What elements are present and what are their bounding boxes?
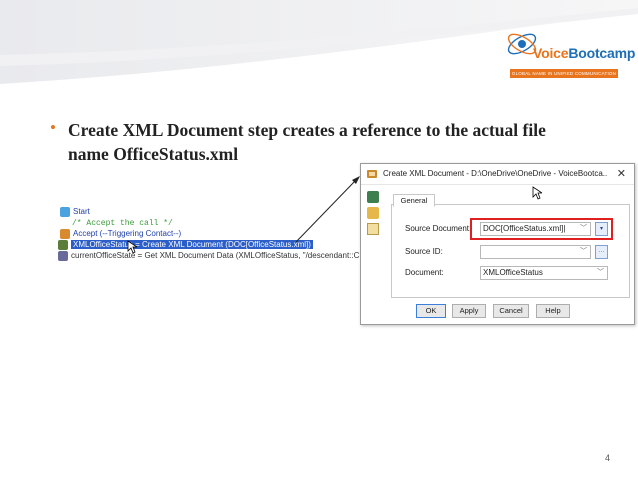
voicebootcamp-logo: VoiceBootcamp GLOBAL NAME IN UNIFIED COM…	[500, 12, 635, 82]
edit-page-icon[interactable]	[367, 207, 379, 219]
header-band: VoiceBootcamp GLOBAL NAME IN UNIFIED COM…	[0, 0, 638, 100]
document-page-icon[interactable]	[367, 223, 379, 235]
script-row-label: Accept (--Triggering Contact--)	[73, 229, 182, 238]
dialog-mouse-cursor-icon	[532, 186, 542, 200]
page-number: 4	[604, 453, 610, 463]
logo-brand-right: Bootcamp	[568, 45, 636, 61]
accept-step-icon	[60, 228, 70, 239]
document-value: XMLOfficeStatus	[483, 268, 543, 277]
script-row-get-xml[interactable]: currentOfficeState = Get XML Document Da…	[58, 250, 362, 262]
logo-brand-left: Voice	[533, 45, 569, 61]
script-row-label: XMLOfficeStatus = Create XML Document (D…	[71, 240, 313, 249]
script-row-label: /* Accept the call */	[72, 219, 173, 228]
bullet-text: Create XML Document step creates a refer…	[68, 120, 546, 164]
logo-tagline: GLOBAL NAME IN UNIFIED COMMUNICATION	[510, 69, 618, 78]
start-flag-icon	[60, 206, 70, 217]
create-xml-step-icon	[58, 239, 68, 250]
field-document: Document: XMLOfficeStatus ﹀	[405, 266, 615, 280]
bullet-dot-icon: •	[50, 118, 56, 137]
source-id-expression-button[interactable]: ···	[595, 245, 608, 259]
chevron-down-icon[interactable]: ﹀	[597, 267, 604, 279]
apply-button[interactable]: Apply	[452, 304, 486, 318]
script-row-label: Start	[73, 207, 90, 216]
tab-general[interactable]: General	[393, 194, 435, 207]
get-xml-step-icon	[58, 250, 68, 261]
document-select[interactable]: XMLOfficeStatus ﹀	[480, 266, 608, 280]
field-source-id: Source ID: ﹀ ···	[405, 245, 615, 259]
highlight-box	[470, 218, 613, 240]
source-id-label: Source ID:	[405, 247, 443, 256]
script-row-label: currentOfficeState = Get XML Document Da…	[71, 251, 362, 260]
ok-button[interactable]: OK	[416, 304, 446, 318]
script-tree: Start /* Accept the call */ Accept (--Tr…	[50, 206, 362, 266]
dialog-app-icon	[367, 170, 377, 178]
close-icon[interactable]: ✕	[617, 164, 626, 184]
document-label: Document:	[405, 268, 444, 277]
cancel-button[interactable]: Cancel	[493, 304, 529, 318]
mouse-cursor-icon	[127, 240, 137, 254]
source-id-input[interactable]: ﹀	[480, 245, 591, 259]
chevron-down-icon[interactable]: ﹀	[580, 246, 587, 258]
logo-wordmark: VoiceBootcamp	[533, 45, 635, 61]
dialog-title: Create XML Document - D:\OneDrive\OneDri…	[383, 169, 608, 178]
create-xml-document-dialog: Create XML Document - D:\OneDrive\OneDri…	[360, 163, 635, 325]
help-button[interactable]: Help	[536, 304, 570, 318]
source-document-label: Source Document:	[405, 224, 472, 233]
dialog-side-icons	[367, 191, 381, 239]
general-page-icon[interactable]	[367, 191, 379, 203]
dialog-title-bar[interactable]: Create XML Document - D:\OneDrive\OneDri…	[361, 164, 634, 185]
